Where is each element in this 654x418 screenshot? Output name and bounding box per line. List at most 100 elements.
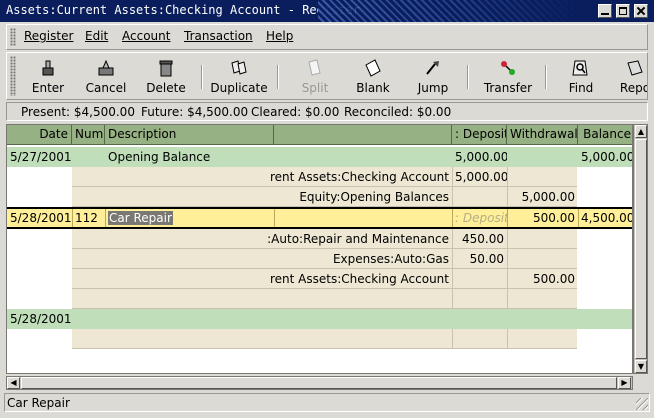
toolbar-separator xyxy=(277,65,279,89)
scroll-right-icon[interactable]: ▶ xyxy=(618,377,631,389)
split-deposit[interactable] xyxy=(452,187,507,207)
scroll-up-icon[interactable]: ▲ xyxy=(635,125,647,138)
blank-transaction-row[interactable]: 5/28/2001 xyxy=(7,309,632,329)
find-button[interactable]: Find xyxy=(559,55,603,97)
column-header-withdrawal[interactable]: Withdrawal xyxy=(507,125,578,145)
status-text: Car Repair xyxy=(7,396,70,410)
column-header-description[interactable]: Description xyxy=(105,125,274,145)
selected-description[interactable]: Car Repair xyxy=(108,211,173,225)
txn-date[interactable]: 5/28/2001 xyxy=(7,209,72,227)
column-header-date[interactable]: Date xyxy=(7,125,72,145)
txn-deposit-hint[interactable]: : Deposit xyxy=(452,209,507,227)
txn-withdrawal[interactable] xyxy=(507,147,578,167)
scroll-down-icon[interactable]: ▼ xyxy=(635,360,647,373)
transfer-button[interactable]: Transfer xyxy=(481,55,535,97)
txn-description[interactable]: Opening Balance xyxy=(105,147,274,167)
txn-date[interactable]: 5/27/2001 xyxy=(7,147,72,167)
future-balance: Future: $4,500.00 xyxy=(141,105,249,119)
window-title: Assets:Current Assets:Checking Account -… xyxy=(6,3,361,17)
menu-account[interactable]: Account xyxy=(122,29,170,43)
maximize-button[interactable] xyxy=(616,4,630,18)
split-account[interactable]: :Auto:Repair and Maintenance xyxy=(105,229,452,249)
minimize-button[interactable] xyxy=(598,4,612,18)
find-icon xyxy=(571,59,591,77)
txn-num[interactable]: 112 xyxy=(72,209,105,227)
cleared-balance: Cleared: $0.00 xyxy=(251,105,340,119)
split-withdrawal[interactable]: 500.00 xyxy=(507,269,578,289)
split-withdrawal[interactable] xyxy=(507,167,578,187)
blank-split-row[interactable] xyxy=(7,329,632,349)
split-withdrawal[interactable] xyxy=(507,249,578,269)
column-header-deposit[interactable]: : Deposit xyxy=(452,125,507,145)
split-account[interactable]: rent Assets:Checking Account xyxy=(105,167,452,187)
blank-icon xyxy=(363,59,383,77)
split-account[interactable]: Expenses:Auto:Gas xyxy=(105,249,452,269)
summary-bar: Present: $4,500.00 Future: $4,500.00 Cle… xyxy=(6,102,648,121)
maximize-icon xyxy=(619,7,627,15)
toolbar-separator xyxy=(545,65,547,89)
duplicate-icon xyxy=(229,59,249,77)
jump-icon xyxy=(423,59,443,77)
vertical-scrollbar[interactable]: ▲ ▼ xyxy=(633,124,648,374)
txn-description-input[interactable]: Car Repair xyxy=(105,209,274,227)
report-icon xyxy=(625,59,645,77)
split-row[interactable]: rent Assets:Checking Account 5,000.00 xyxy=(7,167,632,187)
split-deposit[interactable] xyxy=(452,269,507,289)
scroll-left-icon[interactable]: ◀ xyxy=(7,377,20,389)
register-grid[interactable]: Date Num Description : Deposit Withdrawa… xyxy=(6,124,633,374)
toolbar-grip[interactable] xyxy=(10,56,16,96)
menu-transaction[interactable]: Transaction xyxy=(184,29,253,43)
txn-num[interactable] xyxy=(72,147,105,167)
split-withdrawal[interactable]: 5,000.00 xyxy=(507,187,578,207)
reconciled-balance: Reconciled: $0.00 xyxy=(344,105,452,119)
menu-help[interactable]: Help xyxy=(266,29,293,43)
column-header-num[interactable]: Num xyxy=(72,125,105,145)
resize-grip-icon[interactable] xyxy=(636,398,648,410)
vertical-scroll-thumb[interactable] xyxy=(635,139,647,359)
split-withdrawal[interactable] xyxy=(507,229,578,249)
duplicate-button[interactable]: Duplicate xyxy=(209,55,269,97)
split-deposit[interactable]: 450.00 xyxy=(452,229,507,249)
txn-deposit[interactable]: 5,000.00 xyxy=(452,147,507,167)
split-button[interactable]: Split xyxy=(291,55,339,97)
present-balance: Present: $4,500.00 xyxy=(21,105,135,119)
split-row[interactable]: rent Assets:Checking Account 500.00 xyxy=(7,269,632,289)
titlebar-pattern xyxy=(318,0,578,22)
window-titlebar[interactable]: Assets:Current Assets:Checking Account -… xyxy=(0,0,654,22)
blank-button[interactable]: Blank xyxy=(349,55,397,97)
minimize-icon xyxy=(601,7,609,15)
blank-split-row[interactable] xyxy=(7,289,632,309)
horizontal-scroll-thumb[interactable] xyxy=(21,377,617,389)
register-header: Date Num Description : Deposit Withdrawa… xyxy=(7,125,632,145)
close-icon xyxy=(637,7,645,15)
transaction-row[interactable]: 5/27/2001 Opening Balance 5,000.00 5,000… xyxy=(7,147,633,167)
split-icon xyxy=(305,59,325,77)
split-row[interactable]: :Auto:Repair and Maintenance 450.00 xyxy=(7,229,632,249)
report-button[interactable]: Repo xyxy=(613,55,647,97)
column-header-balance[interactable]: Balance xyxy=(578,125,632,145)
split-row[interactable]: Equity:Opening Balances 5,000.00 xyxy=(7,187,632,207)
current-transaction-row[interactable]: 5/28/2001 112 Car Repair : Deposit 500.0… xyxy=(7,207,633,229)
column-header-transfer[interactable] xyxy=(274,125,452,145)
delete-button[interactable]: Delete xyxy=(141,55,191,97)
txn-withdrawal[interactable]: 500.00 xyxy=(507,209,578,227)
menu-register[interactable]: Register xyxy=(24,29,73,43)
transfer-icon xyxy=(498,59,518,77)
enter-button[interactable]: Enter xyxy=(25,55,71,97)
jump-button[interactable]: Jump xyxy=(409,55,457,97)
txn-date[interactable]: 5/28/2001 xyxy=(7,309,72,329)
split-deposit[interactable]: 5,000.00 xyxy=(452,167,507,187)
menu-edit[interactable]: Edit xyxy=(85,29,108,43)
txn-balance: 4,500.00 xyxy=(581,211,633,225)
menu-bar: Register Edit Account Transaction Help xyxy=(6,24,648,50)
close-button[interactable] xyxy=(634,4,648,18)
split-row[interactable]: Expenses:Auto:Gas 50.00 xyxy=(7,249,632,269)
cancel-button[interactable]: Cancel xyxy=(81,55,131,97)
split-deposit[interactable]: 50.00 xyxy=(452,249,507,269)
menubar-grip[interactable] xyxy=(10,28,16,46)
split-account[interactable]: Equity:Opening Balances xyxy=(105,187,452,207)
horizontal-scrollbar[interactable]: ◀ ▶ xyxy=(6,376,633,390)
txn-balance: 5,000.00 xyxy=(581,150,633,164)
split-account[interactable]: rent Assets:Checking Account xyxy=(105,269,452,289)
status-bar: Car Repair xyxy=(4,393,650,412)
